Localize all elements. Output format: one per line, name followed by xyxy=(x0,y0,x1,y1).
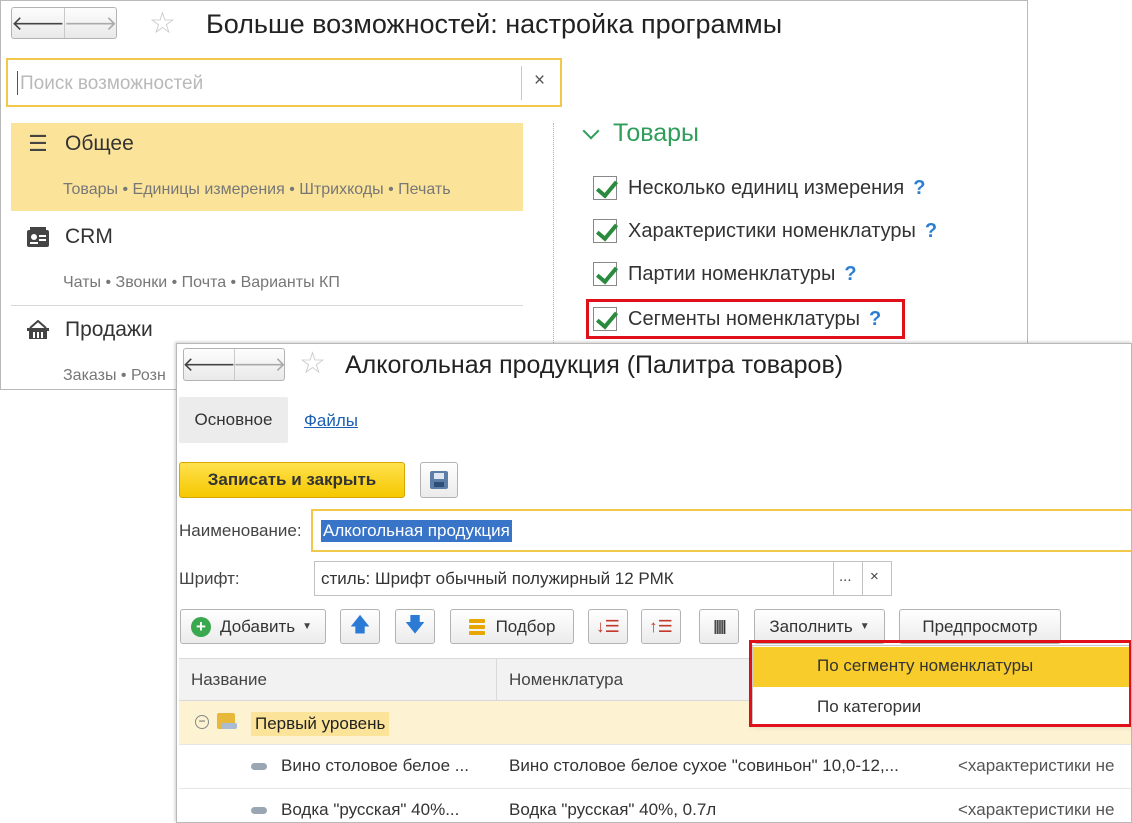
floppy-disk-icon xyxy=(430,471,448,489)
sort-descending-button[interactable]: ↑☰ xyxy=(641,609,681,644)
font-label: Шрифт: xyxy=(179,569,240,588)
checkbox-checked[interactable] xyxy=(593,176,617,200)
checkbox-checked[interactable] xyxy=(593,219,617,243)
option-label: Несколько единиц измерения xyxy=(628,176,905,199)
move-down-button[interactable]: 🡇 xyxy=(395,609,435,644)
sort-ascending-icon: ↓☰ xyxy=(596,616,620,636)
crm-card-icon xyxy=(25,225,51,249)
font-value: стиль: Шрифт обычный полужирный 12 РМК xyxy=(321,569,674,588)
save-button[interactable] xyxy=(420,462,458,498)
group-name: Первый уровень xyxy=(251,712,390,736)
name-label: Наименование: xyxy=(179,521,302,540)
fill-button[interactable]: Заполнить ▼ xyxy=(754,609,885,644)
palette-window: 🡐 🡒 ☆ Алкогольная продукция (Палитра тов… xyxy=(176,343,1132,823)
cell-name: Водка "русская" 40%... xyxy=(281,800,460,819)
search-placeholder: Поиск возможностей xyxy=(20,73,204,94)
arrow-up-icon: 🡅 xyxy=(349,613,371,636)
name-input[interactable]: Алкогольная продукция xyxy=(311,509,1131,552)
add-label: Добавить xyxy=(220,616,296,636)
pick-button[interactable]: Подбор xyxy=(450,609,574,644)
search-input[interactable]: Поиск возможностей × xyxy=(6,58,562,107)
option-label: Партии номенклатуры xyxy=(628,262,836,285)
highlight-frame xyxy=(586,299,905,339)
cell-nomenclature: Водка "русская" 40%, 0.7л xyxy=(509,800,717,819)
section-subtitle: Чаты • Звонки • Почта • Варианты КП xyxy=(63,274,340,291)
pick-label: Подбор xyxy=(495,616,556,636)
save-and-close-button[interactable]: Записать и закрыть xyxy=(179,462,405,498)
cell-characteristic: <характеристики не xyxy=(958,756,1115,775)
favorite-star-icon[interactable]: ☆ xyxy=(149,9,176,39)
tab-files[interactable]: Файлы xyxy=(304,411,358,431)
tab-main[interactable]: Основное xyxy=(179,397,288,443)
section-general[interactable]: ☰ Общее Товары • Единицы измерения • Штр… xyxy=(11,123,523,211)
nav-buttons: 🡐 🡒 xyxy=(11,7,117,39)
preview-button[interactable]: Предпросмотр xyxy=(899,609,1061,644)
option-multiple-units[interactable]: Несколько единиц измерения ? xyxy=(593,176,925,200)
font-input[interactable]: стиль: Шрифт обычный полужирный 12 РМК .… xyxy=(314,561,892,596)
table-row[interactable]: Вино столовое белое ... Вино столовое бе… xyxy=(179,745,1131,789)
item-icon xyxy=(251,763,267,770)
section-label: Общее xyxy=(65,132,134,155)
section-divider xyxy=(11,305,523,306)
group-goods[interactable]: Товары xyxy=(581,119,699,148)
section-subtitle: Товары • Единицы измерения • Штрихкоды •… xyxy=(63,181,451,198)
item-icon xyxy=(251,807,267,814)
cell-name: Вино столовое белое ... xyxy=(281,756,469,775)
forward-button[interactable]: 🡒 xyxy=(64,8,117,38)
barcode-icon: |||||| xyxy=(713,618,726,635)
chevron-down-icon xyxy=(582,122,600,139)
column-header-name[interactable]: Название xyxy=(179,658,497,701)
arrow-down-icon: 🡇 xyxy=(404,613,426,636)
nav-buttons: 🡐 🡒 xyxy=(182,348,286,381)
text-caret xyxy=(17,71,18,95)
option-batches[interactable]: Партии номенклатуры ? xyxy=(593,262,857,286)
collapse-icon[interactable]: − xyxy=(195,715,209,729)
pick-icon xyxy=(468,618,485,635)
group-title: Товары xyxy=(613,119,699,147)
font-clear-icon[interactable]: × xyxy=(870,568,879,585)
sort-ascending-button[interactable]: ↓☰ xyxy=(588,609,628,644)
add-button[interactable]: + Добавить ▼ xyxy=(180,609,326,644)
field-separator xyxy=(862,562,863,595)
settings-window: 🡐 🡒 ☆ Больше возможностей: настройка про… xyxy=(0,0,1028,390)
search-clear-icon[interactable]: × xyxy=(534,70,545,92)
search-separator xyxy=(521,66,522,100)
help-icon[interactable]: ? xyxy=(913,177,925,200)
back-button[interactable]: 🡐 xyxy=(11,8,65,38)
help-icon[interactable]: ? xyxy=(925,220,937,243)
caret-down-icon: ▼ xyxy=(302,621,313,632)
checkbox-checked[interactable] xyxy=(593,262,617,286)
list-icon: ☰ xyxy=(28,131,48,156)
table-row[interactable]: Водка "русская" 40%... Водка "русская" 4… xyxy=(179,789,1131,822)
section-crm[interactable]: CRM Чаты • Звонки • Почта • Варианты КП xyxy=(11,216,523,304)
barcode-button[interactable]: |||||| xyxy=(699,609,739,644)
option-characteristics[interactable]: Характеристики номенклатуры ? xyxy=(593,219,937,243)
folder-icon xyxy=(217,713,237,729)
back-button[interactable]: 🡐 xyxy=(182,349,236,380)
highlight-frame xyxy=(749,640,1131,727)
favorite-star-icon[interactable]: ☆ xyxy=(299,349,326,379)
sort-descending-icon: ↑☰ xyxy=(649,616,673,636)
cell-nomenclature: Вино столовое белое сухое "совиньон" 10,… xyxy=(509,756,899,775)
help-icon[interactable]: ? xyxy=(844,263,856,286)
section-subtitle: Заказы • Розн xyxy=(63,367,166,384)
section-label: Продажи xyxy=(65,318,153,341)
basket-icon xyxy=(25,318,51,342)
section-label: CRM xyxy=(65,225,113,248)
forward-button[interactable]: 🡒 xyxy=(233,349,286,380)
cell-characteristic: <характеристики не xyxy=(958,800,1115,819)
option-label: Характеристики номенклатуры xyxy=(628,219,916,242)
field-separator xyxy=(833,562,834,595)
page-title: Больше возможностей: настройка программы xyxy=(206,9,783,39)
plus-icon: + xyxy=(191,616,211,637)
fill-label: Заполнить xyxy=(769,616,853,636)
form-title: Алкогольная продукция (Палитра товаров) xyxy=(345,351,844,379)
name-value: Алкогольная продукция xyxy=(321,520,512,542)
caret-down-icon: ▼ xyxy=(859,621,870,632)
font-select-button[interactable]: ... xyxy=(839,568,852,585)
move-up-button[interactable]: 🡅 xyxy=(340,609,380,644)
